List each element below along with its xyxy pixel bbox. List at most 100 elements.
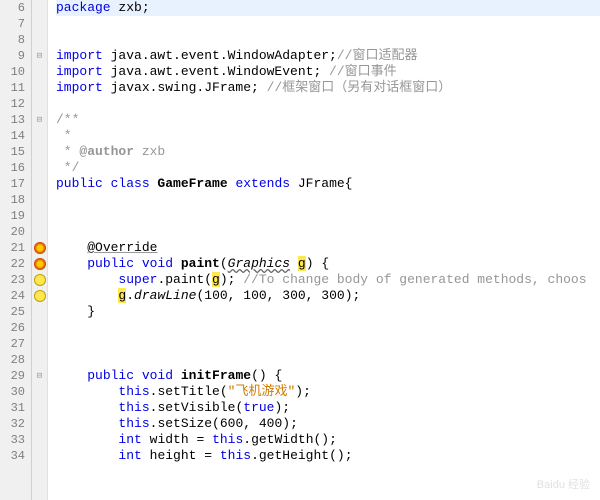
code-line[interactable]	[56, 16, 600, 32]
watermark: Baidu 经验	[537, 476, 590, 492]
code-token: public void	[87, 368, 181, 383]
line-number: 17	[0, 176, 25, 192]
warning-icon[interactable]	[34, 274, 46, 286]
code-line[interactable]: int width = this.getWidth();	[56, 432, 600, 448]
code-line[interactable]: *	[56, 128, 600, 144]
code-line[interactable]: package zxb;	[56, 0, 600, 16]
code-token: */	[56, 160, 79, 175]
code-token: this	[220, 448, 251, 463]
fold-toggle-icon[interactable]: ⊟	[37, 371, 42, 381]
code-line[interactable]: public class GameFrame extends JFrame{	[56, 176, 600, 192]
line-number: 34	[0, 448, 25, 464]
line-number: 6	[0, 0, 25, 16]
code-token: import	[56, 64, 111, 79]
line-number: 16	[0, 160, 25, 176]
code-token: zxb;	[118, 0, 149, 15]
code-line[interactable]: /**	[56, 112, 600, 128]
code-line[interactable]: import java.awt.event.WindowAdapter;//窗口…	[56, 48, 600, 64]
code-line[interactable]: public void initFrame() {	[56, 368, 600, 384]
code-token: //窗口适配器	[337, 48, 418, 63]
fold-toggle-icon[interactable]: ⊟	[37, 115, 42, 125]
code-line[interactable]: @Override	[56, 240, 600, 256]
code-token: *	[56, 128, 72, 143]
code-line[interactable]: import java.awt.event.WindowEvent; //窗口事…	[56, 64, 600, 80]
marker-slot	[32, 304, 47, 320]
lightbulb-icon[interactable]	[34, 242, 46, 254]
code-line[interactable]	[56, 224, 600, 240]
code-line[interactable]: this.setSize(600, 400);	[56, 416, 600, 432]
marker-slot	[32, 144, 47, 160]
code-token: public void	[87, 256, 181, 271]
code-token: .	[126, 288, 134, 303]
fold-toggle-icon[interactable]: ⊟	[37, 51, 42, 61]
code-line[interactable]	[56, 208, 600, 224]
marker-slot	[32, 128, 47, 144]
code-token: .setVisible(	[150, 400, 244, 415]
code-line[interactable]: g.drawLine(100, 100, 300, 300);	[56, 288, 600, 304]
code-token: package	[56, 0, 118, 15]
warning-icon[interactable]	[34, 290, 46, 302]
code-token: this	[118, 384, 149, 399]
marker-slot	[32, 416, 47, 432]
line-number: 25	[0, 304, 25, 320]
code-line[interactable]	[56, 192, 600, 208]
line-number: 32	[0, 416, 25, 432]
marker-slot	[32, 192, 47, 208]
code-token	[56, 272, 118, 287]
line-number: 24	[0, 288, 25, 304]
code-line[interactable]: int height = this.getHeight();	[56, 448, 600, 464]
marker-gutter: ⊟ ⊟ ⊟	[32, 0, 48, 500]
code-line[interactable]: super.paint(g); //To change body of gene…	[56, 272, 600, 288]
code-line[interactable]	[56, 96, 600, 112]
code-token: JFrame{	[298, 176, 353, 191]
code-token: Graphics	[228, 256, 290, 271]
code-line[interactable]	[56, 32, 600, 48]
code-token: (100, 100, 300, 300);	[196, 288, 360, 303]
code-area[interactable]: package zxb; import java.awt.event.Window…	[48, 0, 600, 500]
code-line[interactable]: */	[56, 160, 600, 176]
code-line[interactable]: }	[56, 304, 600, 320]
lightbulb-icon[interactable]	[34, 258, 46, 270]
code-line[interactable]	[56, 352, 600, 368]
code-token: import	[56, 48, 111, 63]
code-token	[56, 288, 118, 303]
code-token: paint	[181, 256, 220, 271]
code-token: .getHeight();	[251, 448, 352, 463]
code-editor[interactable]: 6789101112131415161718192021222324252627…	[0, 0, 600, 500]
code-token: drawLine	[134, 288, 196, 303]
code-token: }	[56, 304, 95, 319]
code-line[interactable]: import javax.swing.JFrame; //框架窗口（另有对话框窗…	[56, 80, 600, 96]
code-line[interactable]	[56, 320, 600, 336]
code-token: zxb	[134, 144, 165, 159]
code-token	[56, 240, 87, 255]
code-token: java.awt.event.WindowEvent;	[111, 64, 329, 79]
line-number: 9	[0, 48, 25, 64]
code-line[interactable]: * @author zxb	[56, 144, 600, 160]
code-token: java.awt.event.WindowAdapter;	[111, 48, 337, 63]
marker-slot	[32, 160, 47, 176]
marker-slot: ⊟	[32, 368, 47, 384]
line-number: 14	[0, 128, 25, 144]
line-number: 28	[0, 352, 25, 368]
marker-slot	[32, 32, 47, 48]
code-token: *	[56, 144, 79, 159]
code-token: .paint(	[157, 272, 212, 287]
code-token: ) {	[306, 256, 329, 271]
code-token: g	[298, 256, 306, 271]
marker-slot	[32, 80, 47, 96]
code-token: super	[118, 272, 157, 287]
line-number-gutter: 6789101112131415161718192021222324252627…	[0, 0, 32, 500]
code-line[interactable]	[56, 336, 600, 352]
code-token: public class	[56, 176, 157, 191]
code-token: /**	[56, 112, 79, 127]
code-token: extends	[235, 176, 297, 191]
code-line[interactable]: public void paint(Graphics g) {	[56, 256, 600, 272]
code-token: //窗口事件	[329, 64, 397, 79]
code-line[interactable]: this.setTitle("飞机游戏");	[56, 384, 600, 400]
marker-slot	[32, 64, 47, 80]
line-number: 13	[0, 112, 25, 128]
code-line[interactable]: this.setVisible(true);	[56, 400, 600, 416]
marker-slot: ⊟	[32, 112, 47, 128]
code-token: "飞机游戏"	[228, 384, 296, 399]
code-token	[56, 400, 118, 415]
